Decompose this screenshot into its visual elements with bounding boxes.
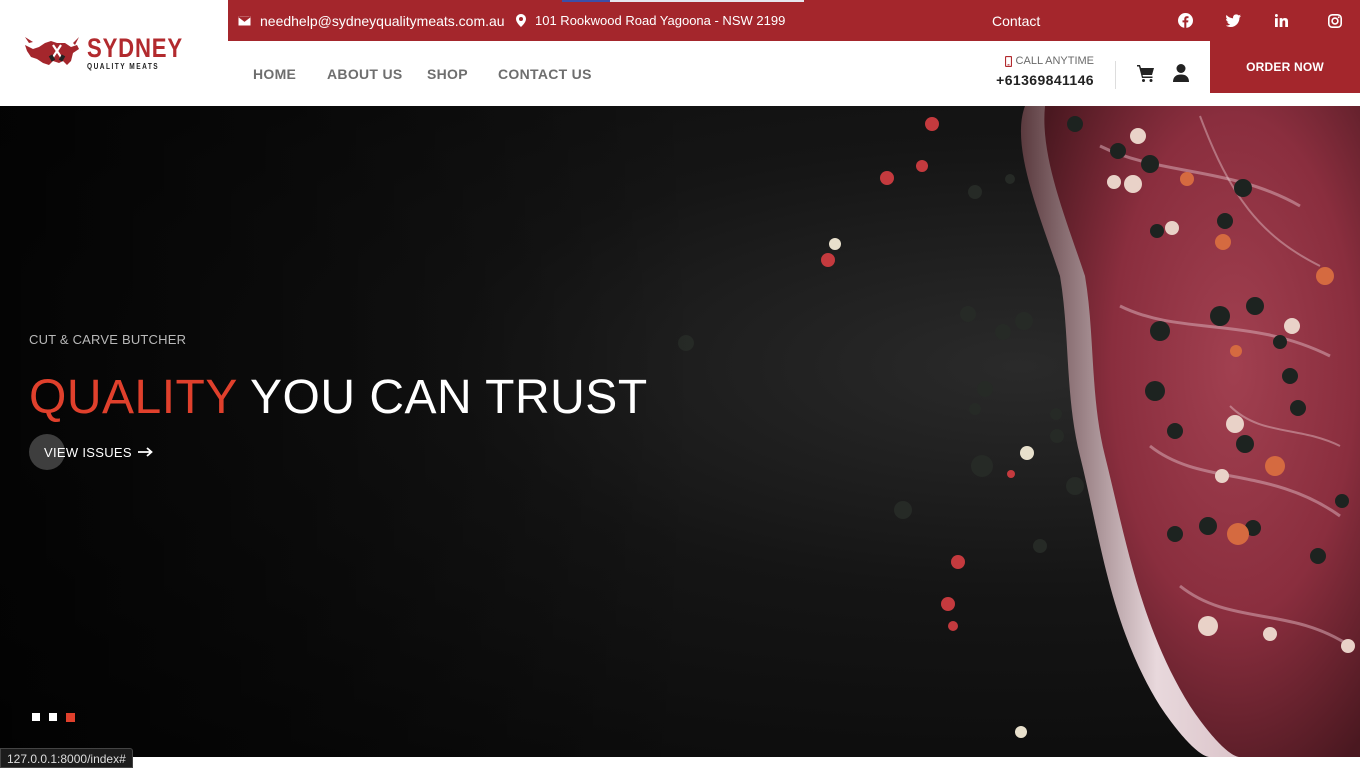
order-now-button[interactable]: ORDER NOW (1210, 41, 1360, 93)
hero-title: QUALITY YOU CAN TRUST (29, 370, 648, 425)
top-bar: needhelp@sydneyqualitymeats.com.au 101 R… (228, 0, 1360, 41)
user-icon[interactable] (1172, 63, 1190, 83)
nav-about-us[interactable]: ABOUT US (327, 66, 403, 82)
email-link[interactable]: needhelp@sydneyqualitymeats.com.au (238, 0, 505, 41)
phone-number: +61369841146 (996, 72, 1094, 88)
slider-dot-2[interactable] (49, 713, 57, 721)
address-info: 101 Rookwood Road Yagoona - NSW 2199 (516, 0, 785, 41)
call-label: CALL ANYTIME (1015, 55, 1094, 67)
slider-pagination (32, 713, 75, 722)
browser-status-url: 127.0.0.1:8000/index# (0, 748, 133, 768)
view-issues-button[interactable]: VIEW ISSUES (29, 434, 153, 470)
address-text: 101 Rookwood Road Yagoona - NSW 2199 (535, 13, 786, 28)
view-issues-label: VIEW ISSUES (44, 444, 132, 460)
instagram-icon[interactable] (1325, 0, 1345, 41)
nav-contact-us[interactable]: CONTACT US (498, 66, 592, 82)
slider-dot-3[interactable] (66, 713, 75, 722)
brand-name: SYDNEY (87, 33, 184, 63)
mobile-phone-icon (1004, 55, 1012, 67)
hero-title-accent: QUALITY (29, 371, 238, 424)
twitter-icon[interactable] (1223, 0, 1243, 41)
site-logo[interactable]: SYDNEY QUALITY MEATS (0, 0, 228, 106)
page-edge (1360, 0, 1366, 768)
cart-icon[interactable] (1136, 63, 1156, 83)
map-pin-icon (516, 14, 526, 27)
brand-tagline: QUALITY MEATS (87, 62, 160, 71)
hero-slider: CUT & CARVE BUTCHER QUALITY YOU CAN TRUS… (0, 106, 1360, 757)
hero-kicker: CUT & CARVE BUTCHER (29, 332, 187, 347)
steak-background-image (0, 106, 1360, 757)
slider-dot-1[interactable] (32, 713, 40, 721)
topbar-contact-link[interactable]: Contact (992, 0, 1040, 41)
envelope-icon (238, 15, 251, 26)
nav-divider (1115, 61, 1116, 89)
nav-home[interactable]: HOME (253, 66, 296, 82)
hero-title-rest: YOU CAN TRUST (249, 371, 648, 424)
email-text: needhelp@sydneyqualitymeats.com.au (260, 12, 505, 29)
linkedin-icon[interactable] (1271, 0, 1291, 41)
arrow-right-icon (137, 447, 153, 457)
call-anytime-block[interactable]: CALL ANYTIME +61369841146 (996, 55, 1094, 88)
nav-shop[interactable]: SHOP (427, 66, 468, 82)
bull-logo-icon (25, 37, 80, 65)
facebook-icon[interactable] (1175, 0, 1195, 41)
main-navigation: HOME ABOUT US SHOP CONTACT US CALL ANYTI… (228, 41, 1210, 106)
